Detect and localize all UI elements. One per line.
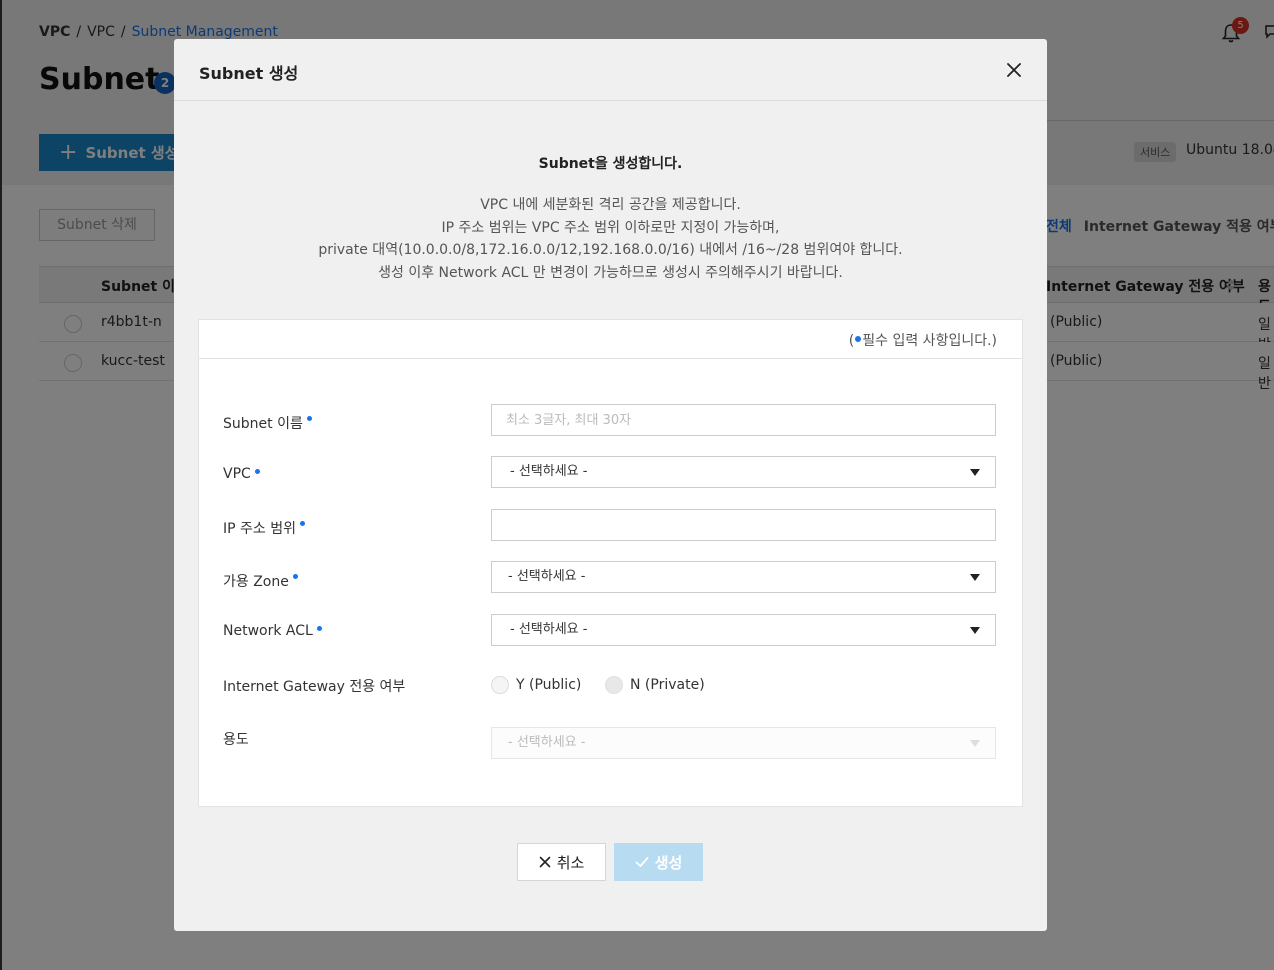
- create-button[interactable]: 생성: [614, 843, 703, 881]
- network-acl-select-value: - 선택하세요 -: [510, 622, 588, 637]
- required-dot-icon: [300, 521, 305, 526]
- close-icon: [539, 856, 550, 868]
- vpc-select[interactable]: - 선택하세요 -: [491, 456, 996, 488]
- required-dot-icon: [254, 469, 260, 474]
- zone-select-value: - 선택하세요 -: [508, 569, 586, 584]
- dialog-header: Subnet 생성: [174, 39, 1047, 101]
- required-dot-icon: [316, 626, 322, 631]
- zone-label: 가용 Zone: [223, 571, 298, 591]
- intro-line: 생성 이후 Network ACL 만 변경이 가능하므로 생성시 주의해주시기…: [378, 264, 843, 281]
- ip-range-label-text: IP 주소 범위: [223, 521, 296, 537]
- subnet-form: ( 필수 입력 사항입니다.) Subnet 이름 VPC - 선택하세요 - I…: [198, 319, 1023, 807]
- usage-select: - 선택하세요 -: [491, 727, 996, 759]
- radio-button[interactable]: [491, 676, 509, 694]
- igw-option-private-label: N (Private): [630, 677, 705, 693]
- required-dot-icon: [292, 574, 298, 579]
- ip-range-label: IP 주소 범위: [223, 518, 305, 538]
- chevron-down-icon: [970, 574, 980, 581]
- ip-range-input[interactable]: [491, 509, 996, 541]
- igw-label: Internet Gateway 전용 여부: [223, 679, 406, 695]
- network-acl-label-text: Network ACL: [223, 623, 313, 639]
- network-acl-label: Network ACL: [223, 623, 322, 639]
- create-button-label: 생성: [654, 853, 683, 872]
- form-divider: [199, 358, 1022, 359]
- cancel-button[interactable]: 취소: [517, 843, 606, 881]
- required-dot-icon: [855, 336, 862, 342]
- subnet-name-label-text: Subnet 이름: [223, 416, 303, 432]
- intro-line: private 대역(10.0.0.0/8,172.16.0.0/12,192.…: [318, 242, 903, 258]
- subnet-name-input[interactable]: [491, 404, 996, 436]
- vpc-label: VPC: [223, 466, 260, 482]
- vpc-select-value: - 선택하세요 -: [510, 464, 588, 479]
- igw-option-public-label: Y (Public): [516, 677, 582, 693]
- igw-option-public[interactable]: Y (Public): [491, 676, 581, 694]
- intro-line: IP 주소 범위는 VPC 주소 범위 이하로만 지정이 가능하며,: [441, 219, 780, 236]
- intro-line: VPC 내에 세분화된 격리 공간을 제공합니다.: [480, 197, 741, 213]
- check-icon: [635, 857, 649, 867]
- intro-description: VPC 내에 세분화된 격리 공간을 제공합니다. IP 주소 범위는 VPC …: [174, 194, 1047, 284]
- zone-select[interactable]: - 선택하세요 -: [491, 561, 996, 593]
- intro-title: Subnet을 생성합니다.: [538, 156, 683, 172]
- igw-option-private[interactable]: N (Private): [605, 676, 705, 694]
- required-note: ( 필수 입력 사항입니다.): [849, 330, 997, 350]
- close-icon[interactable]: [1006, 62, 1022, 78]
- cancel-button-label: 취소: [556, 853, 585, 872]
- network-acl-select[interactable]: - 선택하세요 -: [491, 614, 996, 646]
- chevron-down-icon: [970, 469, 980, 476]
- vpc-label-text: VPC: [223, 466, 251, 482]
- radio-button[interactable]: [605, 676, 623, 694]
- usage-select-value: - 선택하세요 -: [508, 735, 586, 750]
- subnet-name-label: Subnet 이름: [223, 413, 312, 433]
- required-note-text: 필수 입력 사항입니다.): [862, 333, 997, 349]
- required-dot-icon: [306, 416, 312, 421]
- dialog-title: Subnet 생성: [199, 64, 299, 83]
- usage-label: 용도: [223, 732, 249, 748]
- zone-label-text: 가용 Zone: [223, 574, 289, 590]
- required-note-open: (: [848, 333, 855, 349]
- chevron-down-icon: [970, 627, 980, 634]
- create-subnet-dialog: Subnet 생성 Subnet을 생성합니다. VPC 내에 세분화된 격리 …: [174, 39, 1047, 931]
- chevron-down-icon: [970, 740, 980, 747]
